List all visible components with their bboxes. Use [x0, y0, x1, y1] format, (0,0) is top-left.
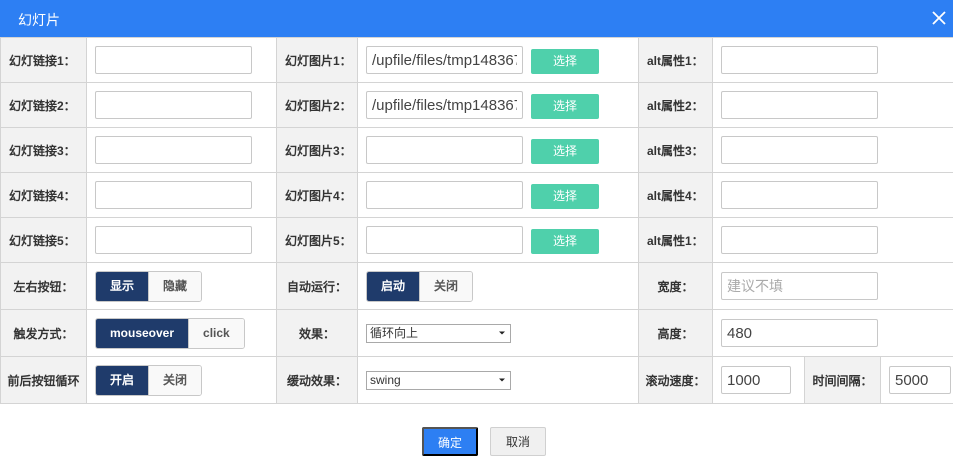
link-label: 幻灯链接2： — [0, 82, 87, 128]
height-label: 高度： — [638, 309, 713, 357]
image-input-5[interactable] — [366, 226, 523, 254]
dialog-titlebar: 幻灯片 — [0, 0, 953, 37]
image-input-3[interactable] — [366, 136, 523, 164]
alt-input-5[interactable] — [721, 226, 878, 254]
easing-select[interactable]: swing — [366, 370, 511, 390]
interval-input[interactable] — [889, 366, 951, 394]
image-label: 幻灯图片5： — [276, 217, 358, 263]
image-label: 幻灯图片3： — [276, 127, 358, 173]
choose-button-3[interactable]: 选择 — [531, 138, 599, 164]
slide-row-1: 幻灯链接1： 幻灯图片1： 选择 alt属性1： — [0, 37, 953, 83]
arrows-show-option[interactable]: 显示 — [96, 271, 149, 301]
image-input-1[interactable] — [366, 46, 523, 74]
chevron-down-icon — [499, 331, 505, 334]
alt-input-1[interactable] — [721, 46, 878, 74]
width-label: 宽度： — [638, 262, 713, 310]
link-label: 幻灯链接3： — [0, 127, 87, 173]
slideshow-settings-form: 幻灯链接1： 幻灯图片1： 选择 alt属性1： 幻灯链接2： 幻灯图片2： 选… — [0, 37, 953, 404]
choose-button-5[interactable]: 选择 — [531, 228, 599, 254]
width-input[interactable] — [721, 272, 878, 300]
link-label: 幻灯链接5： — [0, 217, 87, 263]
link-label: 幻灯链接4： — [0, 172, 87, 218]
trigger-label: 触发方式： — [0, 309, 87, 357]
close-icon[interactable] — [929, 8, 949, 28]
link-label: 幻灯链接1： — [0, 37, 87, 83]
alt-input-2[interactable] — [721, 91, 878, 119]
link-input-1[interactable] — [95, 46, 252, 74]
autoplay-toggle: 启动 关闭 — [366, 270, 474, 302]
autoplay-on-option[interactable]: 启动 — [367, 271, 420, 301]
cancel-button[interactable]: 取消 — [490, 427, 546, 456]
alt-label: alt属性3： — [638, 127, 713, 173]
effect-label: 效果： — [276, 309, 358, 357]
scroll-speed-label: 滚动速度： — [638, 356, 713, 404]
alt-label: alt属性1： — [638, 37, 713, 83]
trigger-mouseover-option[interactable]: mouseover — [96, 318, 189, 348]
dialog-title: 幻灯片 — [18, 12, 60, 28]
image-label: 幻灯图片1： — [276, 37, 358, 83]
arrows-toggle: 显示 隐藏 — [95, 270, 203, 302]
alt-label: alt属性2： — [638, 82, 713, 128]
image-label: 幻灯图片4： — [276, 172, 358, 218]
loop-toggle: 开启 关闭 — [95, 364, 203, 396]
link-input-4[interactable] — [95, 181, 252, 209]
alt-input-3[interactable] — [721, 136, 878, 164]
trigger-click-option[interactable]: click — [188, 318, 244, 348]
loop-label: 前后按钮循环 — [0, 356, 87, 404]
autoplay-label: 自动运行： — [276, 262, 358, 310]
slide-row-5: 幻灯链接5： 幻灯图片5： 选择 alt属性1： — [0, 217, 953, 263]
slide-row-4: 幻灯链接4： 幻灯图片4： 选择 alt属性4： — [0, 172, 953, 218]
link-input-3[interactable] — [95, 136, 252, 164]
height-input[interactable] — [721, 319, 878, 347]
confirm-button[interactable]: 确定 — [422, 427, 478, 456]
slide-row-3: 幻灯链接3： 幻灯图片3： 选择 alt属性3： — [0, 127, 953, 173]
trigger-row: 触发方式： mouseover click 效果： 循环向上 高度： — [0, 309, 953, 357]
link-input-5[interactable] — [95, 226, 252, 254]
interval-label: 时间间隔： — [804, 356, 881, 404]
autoplay-off-option[interactable]: 关闭 — [419, 271, 473, 301]
loop-off-option[interactable]: 关闭 — [148, 365, 202, 395]
arrows-row: 左右按钮： 显示 隐藏 自动运行： 启动 关闭 宽度： — [0, 262, 953, 310]
loop-on-option[interactable]: 开启 — [96, 365, 149, 395]
image-input-2[interactable] — [366, 91, 523, 119]
image-input-4[interactable] — [366, 181, 523, 209]
trigger-toggle: mouseover click — [95, 317, 245, 349]
arrows-hide-option[interactable]: 隐藏 — [148, 271, 202, 301]
alt-label: alt属性4： — [638, 172, 713, 218]
image-label: 幻灯图片2： — [276, 82, 358, 128]
chevron-down-icon — [499, 378, 505, 381]
effect-select[interactable]: 循环向上 — [366, 323, 511, 343]
alt-label: alt属性1： — [638, 217, 713, 263]
arrows-label: 左右按钮： — [0, 262, 87, 310]
choose-button-1[interactable]: 选择 — [531, 48, 599, 74]
link-input-2[interactable] — [95, 91, 252, 119]
slide-row-2: 幻灯链接2： 幻灯图片2： 选择 alt属性2： — [0, 82, 953, 128]
choose-button-4[interactable]: 选择 — [531, 183, 599, 209]
scroll-speed-input[interactable] — [721, 366, 791, 394]
alt-input-4[interactable] — [721, 181, 878, 209]
loop-row: 前后按钮循环 开启关闭 缓动效果： swing 滚动速度： 时间间隔： — [0, 356, 953, 404]
easing-label: 缓动效果： — [276, 356, 358, 404]
effect-value: 循环向上 — [370, 325, 419, 340]
choose-button-2[interactable]: 选择 — [531, 93, 599, 119]
easing-value: swing — [370, 372, 401, 387]
